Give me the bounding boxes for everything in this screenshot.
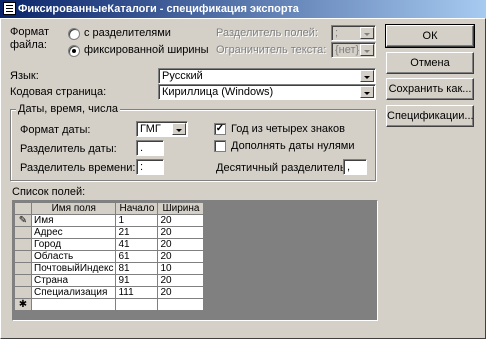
cell-field-name[interactable]: Страна — [30, 274, 117, 287]
cell-width[interactable]: 20 — [157, 214, 205, 227]
cell-field-name[interactable]: Город — [30, 238, 117, 251]
specs-button[interactable]: Спецификации... — [386, 105, 474, 127]
column-header-name[interactable]: Имя поля — [30, 202, 117, 215]
cell-width[interactable]: 20 — [157, 238, 205, 251]
cell-width[interactable]: 20 — [157, 286, 205, 299]
cell-start[interactable]: 41 — [115, 238, 159, 251]
datetime-group-title: Даты, время, числа — [16, 103, 121, 116]
cell-width[interactable]: 10 — [157, 262, 205, 275]
decimal-symbol-input[interactable]: , — [343, 159, 367, 175]
new-row-cell[interactable] — [157, 298, 205, 311]
row-selector[interactable] — [14, 238, 32, 251]
chevron-down-icon[interactable] — [360, 44, 374, 56]
cell-width[interactable]: 20 — [157, 226, 205, 239]
cell-field-name[interactable]: Область — [30, 250, 117, 263]
delimited-radio-label[interactable]: с разделителями — [84, 27, 171, 40]
cell-width[interactable]: 20 — [157, 274, 205, 287]
cell-start[interactable]: 1 — [115, 214, 159, 227]
row-selector[interactable] — [14, 250, 32, 263]
cell-start[interactable]: 61 — [115, 250, 159, 263]
field-delimiter-select[interactable]: ; — [331, 25, 376, 41]
cell-start[interactable]: 111 — [115, 286, 159, 299]
cell-field-name[interactable]: Специализация — [30, 286, 117, 299]
delimited-radio[interactable] — [68, 28, 80, 40]
field-list-grid[interactable]: Имя поля Начало Ширина ✎ Имя 1 20 Адрес 21 20 Г… — [12, 200, 378, 321]
cancel-button[interactable]: Отмена — [386, 52, 474, 74]
cell-start[interactable]: 21 — [115, 226, 159, 239]
decimal-symbol-label: Десятичный разделитель: — [216, 162, 349, 174]
cell-field-name[interactable]: Имя — [30, 214, 117, 227]
language-label: Язык: — [10, 70, 39, 82]
four-digit-years-checkbox[interactable]: ✓ — [214, 123, 226, 135]
codepage-select[interactable]: Кириллица (Windows) — [158, 84, 376, 100]
column-header-start[interactable]: Начало — [115, 202, 159, 215]
time-delimiter-label: Разделитель времени: — [20, 162, 136, 174]
four-digit-years-label[interactable]: Год из четырех знаков — [231, 123, 345, 136]
table-row[interactable]: ПочтовыйИндекс 81 10 — [14, 262, 205, 275]
save-as-button[interactable]: Сохранить как... — [386, 78, 474, 100]
language-select[interactable]: Русский — [158, 68, 376, 84]
new-row[interactable]: ✱ — [14, 298, 205, 311]
row-selector[interactable] — [14, 286, 32, 299]
text-qualifier-label: Ограничитель текста: — [216, 44, 327, 56]
cell-field-name[interactable]: Адрес — [30, 226, 117, 239]
new-row-cell[interactable] — [30, 298, 117, 311]
ok-button[interactable]: ОК — [385, 24, 475, 48]
leading-zeros-label[interactable]: Дополнять даты нулями — [231, 140, 355, 153]
chevron-down-icon[interactable] — [172, 123, 186, 135]
codepage-label: Кодовая страница: — [10, 86, 107, 98]
table-row[interactable]: ✎ Имя 1 20 — [14, 214, 205, 227]
table-row[interactable]: Специализация 111 20 — [14, 286, 205, 299]
new-row-asterisk-icon[interactable]: ✱ — [14, 298, 32, 311]
current-row-pencil-icon[interactable]: ✎ — [14, 214, 32, 227]
chevron-down-icon[interactable] — [360, 27, 374, 39]
date-order-select[interactable]: ГМГ — [136, 121, 188, 137]
date-delimiter-input[interactable]: . — [136, 140, 164, 156]
field-delimiter-label: Разделитель полей: — [216, 27, 318, 39]
row-selector[interactable] — [14, 274, 32, 287]
app-icon — [3, 2, 16, 15]
fixed-width-radio[interactable] — [68, 45, 80, 57]
date-delimiter-label: Разделитель даты: — [20, 143, 117, 155]
new-row-cell[interactable] — [115, 298, 159, 311]
cell-start[interactable]: 81 — [115, 262, 159, 275]
row-selector-header[interactable] — [14, 202, 32, 215]
cell-width[interactable]: 20 — [157, 250, 205, 263]
field-list-table: Имя поля Начало Ширина ✎ Имя 1 20 Адрес 21 20 Г… — [14, 202, 205, 311]
row-selector[interactable] — [14, 226, 32, 239]
row-selector[interactable] — [14, 262, 32, 275]
table-row[interactable]: Адрес 21 20 — [14, 226, 205, 239]
table-row[interactable]: Страна 91 20 — [14, 274, 205, 287]
format-label: Формат файла: — [10, 26, 50, 51]
time-delimiter-input[interactable]: : — [136, 159, 164, 175]
leading-zeros-checkbox[interactable] — [214, 140, 226, 152]
cell-start[interactable]: 91 — [115, 274, 159, 287]
window-title: ФиксированныеКаталоги - спецификация экс… — [18, 3, 299, 15]
table-row[interactable]: Город 41 20 — [14, 238, 205, 251]
table-row[interactable]: Область 61 20 — [14, 250, 205, 263]
column-header-width[interactable]: Ширина — [157, 202, 205, 215]
chevron-down-icon[interactable] — [360, 70, 374, 82]
fixed-width-radio-label[interactable]: фиксированной ширины — [84, 44, 209, 57]
cell-field-name[interactable]: ПочтовыйИндекс — [30, 262, 117, 275]
field-list-label: Список полей: — [12, 186, 86, 198]
date-order-label: Формат даты: — [20, 124, 91, 136]
title-bar[interactable]: ФиксированныеКаталоги - спецификация экс… — [0, 0, 486, 18]
chevron-down-icon[interactable] — [360, 86, 374, 98]
text-qualifier-select[interactable]: {нет} — [331, 42, 376, 58]
